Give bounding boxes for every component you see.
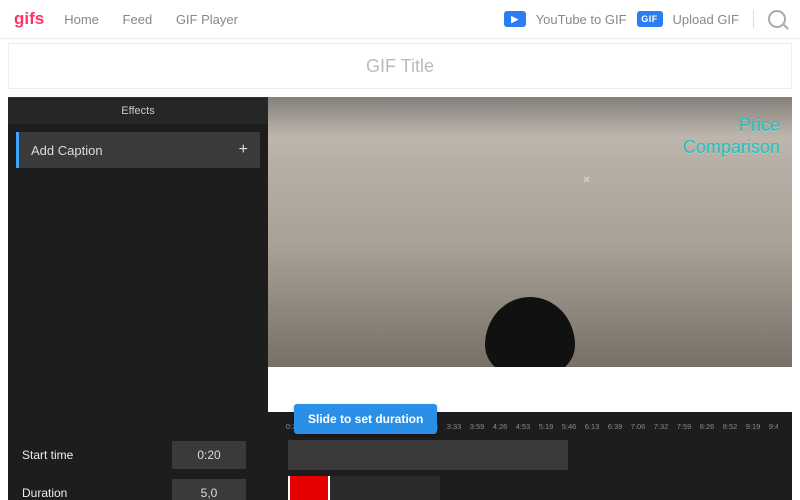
time-tick: 5:19 xyxy=(535,422,557,434)
track-segment[interactable] xyxy=(288,440,568,470)
duration-handle[interactable] xyxy=(288,476,330,500)
person-silhouette xyxy=(485,297,575,367)
tab-effects[interactable]: Effects xyxy=(8,97,268,124)
time-tick: 4:26 xyxy=(489,422,511,434)
editor: Effects Add Caption + Price Comparison ✕ xyxy=(8,97,792,412)
plus-icon: + xyxy=(239,141,248,159)
primary-nav: Home Feed GIF Player xyxy=(64,12,258,27)
time-tick: 8:26 xyxy=(696,422,718,434)
duration-track[interactable] xyxy=(286,476,778,500)
add-caption-button[interactable]: Add Caption + xyxy=(16,132,260,168)
time-tick: 6:39 xyxy=(604,422,626,434)
upload-gif-link[interactable]: Upload GIF xyxy=(673,12,739,27)
nav-feed[interactable]: Feed xyxy=(123,12,153,27)
search-icon[interactable] xyxy=(768,10,786,28)
time-tick: 9:19 xyxy=(742,422,764,434)
time-tick: 6:13 xyxy=(581,422,603,434)
start-time-input[interactable] xyxy=(172,441,246,469)
drone-icon: ✕ xyxy=(582,175,590,186)
video-preview[interactable]: Price Comparison ✕ xyxy=(268,97,792,367)
time-tick: 4:53 xyxy=(512,422,534,434)
time-tick: 7:32 xyxy=(650,422,672,434)
add-caption-label: Add Caption xyxy=(31,143,103,158)
top-nav: gifs Home Feed GIF Player ▶ YouTube to G… xyxy=(0,0,800,39)
start-time-track[interactable] xyxy=(286,438,778,472)
logo[interactable]: gifs xyxy=(14,9,44,29)
timeline-panel: 0:270:531:201:462:132:403:063:333:594:26… xyxy=(8,412,792,500)
duration-input[interactable] xyxy=(172,479,246,500)
gif-badge-icon: GIF xyxy=(637,11,663,27)
time-tick: 3:59 xyxy=(466,422,488,434)
play-icon: ▶ xyxy=(504,11,526,27)
gif-title-input[interactable]: GIF Title xyxy=(8,43,792,89)
duration-row: Duration xyxy=(22,476,778,500)
duration-tooltip: Slide to set duration xyxy=(294,404,437,434)
time-tick: 7:06 xyxy=(627,422,649,434)
nav-home[interactable]: Home xyxy=(64,12,99,27)
video-watermark: Price Comparison xyxy=(683,115,780,158)
time-tick: 5:46 xyxy=(558,422,580,434)
youtube-to-gif-link[interactable]: YouTube to GIF xyxy=(536,12,627,27)
divider xyxy=(753,10,754,28)
time-tick: 7:59 xyxy=(673,422,695,434)
right-nav: ▶ YouTube to GIF GIF Upload GIF xyxy=(504,10,786,28)
time-tick: 3:33 xyxy=(443,422,465,434)
duration-label: Duration xyxy=(22,486,172,500)
effects-sidebar: Effects Add Caption + xyxy=(8,97,268,412)
time-tick: 9:45 xyxy=(765,422,778,434)
nav-gif-player[interactable]: GIF Player xyxy=(176,12,238,27)
start-time-label: Start time xyxy=(22,448,172,462)
start-time-row: Start time xyxy=(22,438,778,472)
time-tick: 8:52 xyxy=(719,422,741,434)
